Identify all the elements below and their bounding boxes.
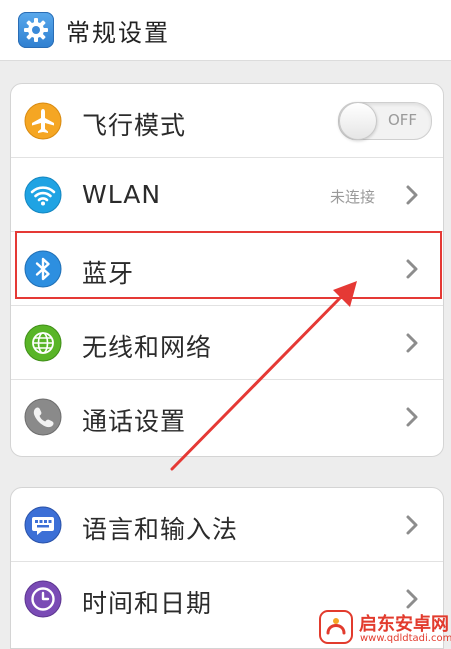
settings-row-wireless-networks[interactable]: 无线和网络 [11, 306, 443, 380]
settings-row-label: 飞行模式 [82, 111, 187, 140]
settings-row-airplane-mode[interactable]: 飞行模式 OFF [11, 84, 443, 158]
chevron-right-icon [406, 407, 418, 427]
chevron-right-icon [406, 259, 418, 279]
phone-icon [24, 398, 62, 436]
wifi-icon [24, 176, 62, 214]
clock-icon [24, 580, 62, 618]
settings-row-label: 语言和输入法 [82, 515, 239, 544]
chevron-right-icon [406, 515, 418, 535]
settings-row-bluetooth[interactable]: 蓝牙 [11, 232, 443, 306]
watermark: 启东安卓网 www.qdldtadi.com [318, 607, 451, 649]
bluetooth-icon [24, 250, 62, 288]
settings-row-label: WLAN [82, 180, 162, 209]
airplane-mode-toggle[interactable]: OFF [338, 102, 432, 140]
keyboard-icon [24, 506, 62, 544]
settings-row-label: 蓝牙 [82, 259, 135, 288]
gear-icon [18, 12, 54, 48]
header-bar: 常规设置 [0, 0, 451, 61]
page-title: 常规设置 [66, 19, 170, 47]
globe-icon [24, 324, 62, 362]
settings-row-label: 通话设置 [82, 407, 187, 436]
settings-group-connectivity: 飞行模式 OFF WLAN 未连接 蓝牙 无线和网络 通话设置 [10, 83, 444, 457]
chevron-right-icon [406, 185, 418, 205]
settings-row-label: 无线和网络 [82, 333, 213, 362]
settings-row-wlan[interactable]: WLAN 未连接 [11, 158, 443, 232]
toggle-knob [339, 102, 377, 140]
settings-row-label: 时间和日期 [82, 589, 213, 618]
wlan-status-text: 未连接 [329, 188, 375, 206]
settings-row-call-settings[interactable]: 通话设置 [11, 380, 443, 454]
airplane-icon [24, 102, 62, 140]
toggle-state-text: OFF [388, 111, 418, 129]
settings-row-language-input[interactable]: 语言和输入法 [11, 488, 443, 562]
chevron-right-icon [406, 333, 418, 353]
watermark-url: www.qdldtadi.com [360, 633, 451, 644]
watermark-logo-icon [319, 610, 353, 644]
